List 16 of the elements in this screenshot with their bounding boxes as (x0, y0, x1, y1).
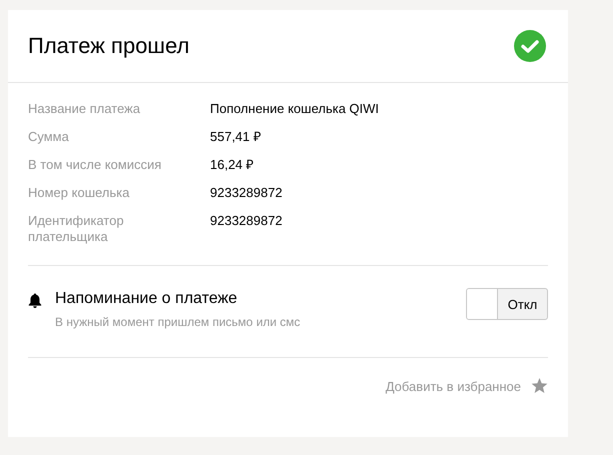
field-label: Сумма (28, 129, 70, 145)
field-value: 16,24 ₽ (210, 157, 254, 173)
reminder-hint: В нужный момент пришлем письмо или смс (55, 315, 302, 329)
field-value: 9233289872 (210, 185, 282, 201)
field-value: 9233289872 (210, 213, 282, 230)
reminder-toggle[interactable]: Откл (466, 288, 548, 320)
field-label: Название платежа (28, 101, 142, 117)
reminder-title: Напоминание о платеже (55, 289, 238, 309)
star-icon[interactable] (531, 378, 548, 394)
field-label: Номер кошелька (28, 185, 130, 201)
field-label: Идентификатор плательщика (28, 213, 125, 245)
field-value: Пополнение кошелька QIWI (210, 101, 379, 117)
field-value: 557,41 ₽ (210, 129, 262, 145)
page-title: Платеж прошел (28, 33, 190, 59)
bell-icon (28, 293, 42, 308)
field-label: В том числе комиссия (28, 157, 162, 173)
